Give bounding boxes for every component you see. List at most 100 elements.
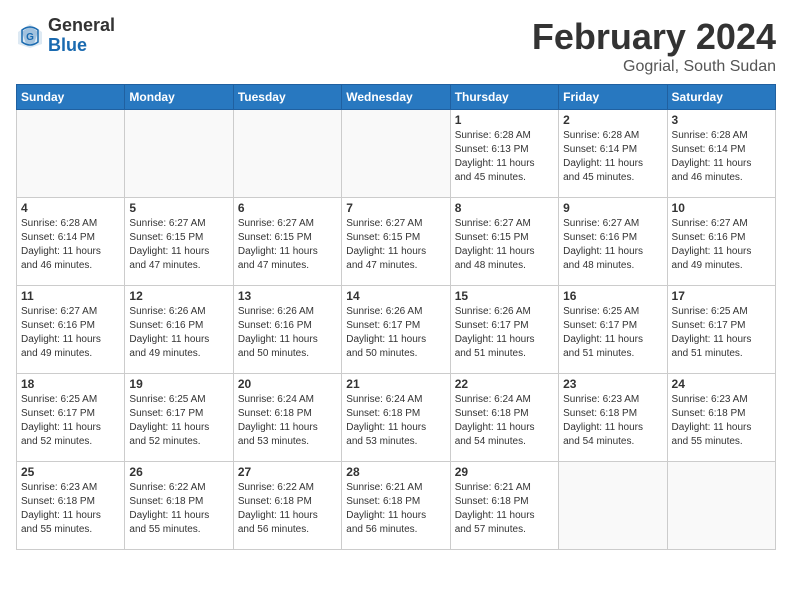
calendar-cell: 11 Sunrise: 6:27 AM Sunset: 6:16 PM Dayli… bbox=[17, 286, 125, 374]
day-number: 1 bbox=[455, 113, 554, 127]
calendar-week-row: 1 Sunrise: 6:28 AM Sunset: 6:13 PM Daylig… bbox=[17, 110, 776, 198]
calendar-cell: 29 Sunrise: 6:21 AM Sunset: 6:18 PM Dayli… bbox=[450, 462, 558, 550]
calendar-week-row: 11 Sunrise: 6:27 AM Sunset: 6:16 PM Dayli… bbox=[17, 286, 776, 374]
day-number: 25 bbox=[21, 465, 120, 479]
weekday-header-sunday: Sunday bbox=[17, 85, 125, 110]
calendar-cell: 17Sunrise: 6:25 AM Sunset: 6:17 PM Dayli… bbox=[667, 286, 775, 374]
day-info: Sunrise: 6:23 AM Sunset: 6:18 PM Dayligh… bbox=[21, 481, 120, 537]
location-title: Gogrial, South Sudan bbox=[532, 58, 776, 76]
day-info: Sunrise: 6:21 AM Sunset: 6:18 PM Dayligh… bbox=[455, 481, 554, 537]
day-number: 26 bbox=[129, 465, 228, 479]
day-info: Sunrise: 6:28 AM Sunset: 6:13 PM Dayligh… bbox=[455, 129, 554, 185]
calendar-cell: 4 Sunrise: 6:28 AM Sunset: 6:14 PM Daylig… bbox=[17, 198, 125, 286]
calendar-cell: 1 Sunrise: 6:28 AM Sunset: 6:13 PM Daylig… bbox=[450, 110, 558, 198]
day-info: Sunrise: 6:25 AM Sunset: 6:17 PM Dayligh… bbox=[21, 393, 120, 449]
day-info: Sunrise: 6:28 AM Sunset: 6:14 PM Dayligh… bbox=[563, 129, 662, 185]
calendar-cell: 21 Sunrise: 6:24 AM Sunset: 6:18 PM Dayli… bbox=[342, 374, 450, 462]
header: G General Blue February 2024 Gogrial, So… bbox=[16, 16, 776, 76]
calendar-cell: 10Sunrise: 6:27 AM Sunset: 6:16 PM Dayli… bbox=[667, 198, 775, 286]
day-number: 27 bbox=[238, 465, 337, 479]
day-info: Sunrise: 6:27 AM Sunset: 6:16 PM Dayligh… bbox=[563, 217, 662, 273]
calendar-cell: 22 Sunrise: 6:24 AM Sunset: 6:18 PM Dayli… bbox=[450, 374, 558, 462]
calendar-cell: 3 Sunrise: 6:28 AM Sunset: 6:14 PM Daylig… bbox=[667, 110, 775, 198]
day-number: 20 bbox=[238, 377, 337, 391]
calendar-cell: 28Sunrise: 6:21 AM Sunset: 6:18 PM Dayli… bbox=[342, 462, 450, 550]
day-number: 23 bbox=[563, 377, 662, 391]
day-info: Sunrise: 6:27 AM Sunset: 6:15 PM Dayligh… bbox=[455, 217, 554, 273]
day-info: Sunrise: 6:24 AM Sunset: 6:18 PM Dayligh… bbox=[238, 393, 337, 449]
calendar-cell: 13 Sunrise: 6:26 AM Sunset: 6:16 PM Dayli… bbox=[233, 286, 341, 374]
calendar-cell: 16 Sunrise: 6:25 AM Sunset: 6:17 PM Dayli… bbox=[559, 286, 667, 374]
day-info: Sunrise: 6:24 AM Sunset: 6:18 PM Dayligh… bbox=[346, 393, 445, 449]
calendar-cell: 6 Sunrise: 6:27 AM Sunset: 6:15 PM Daylig… bbox=[233, 198, 341, 286]
svg-text:G: G bbox=[26, 32, 34, 43]
logo-text: General Blue bbox=[48, 16, 115, 56]
calendar-cell bbox=[559, 462, 667, 550]
calendar-cell: 7 Sunrise: 6:27 AM Sunset: 6:15 PM Daylig… bbox=[342, 198, 450, 286]
calendar-cell: 27 Sunrise: 6:22 AM Sunset: 6:18 PM Dayli… bbox=[233, 462, 341, 550]
calendar-cell bbox=[233, 110, 341, 198]
calendar-cell: 24 Sunrise: 6:23 AM Sunset: 6:18 PM Dayli… bbox=[667, 374, 775, 462]
day-number: 22 bbox=[455, 377, 554, 391]
weekday-header-monday: Monday bbox=[125, 85, 233, 110]
day-number: 8 bbox=[455, 201, 554, 215]
logo: G General Blue bbox=[16, 16, 115, 56]
day-number: 17 bbox=[672, 289, 771, 303]
day-info: Sunrise: 6:26 AM Sunset: 6:16 PM Dayligh… bbox=[129, 305, 228, 361]
day-info: Sunrise: 6:23 AM Sunset: 6:18 PM Dayligh… bbox=[672, 393, 771, 449]
day-number: 15 bbox=[455, 289, 554, 303]
weekday-header-tuesday: Tuesday bbox=[233, 85, 341, 110]
day-number: 29 bbox=[455, 465, 554, 479]
calendar-cell: 19 Sunrise: 6:25 AM Sunset: 6:17 PM Dayli… bbox=[125, 374, 233, 462]
calendar-cell: 18 Sunrise: 6:25 AM Sunset: 6:17 PM Dayli… bbox=[17, 374, 125, 462]
day-number: 3 bbox=[672, 113, 771, 127]
calendar-cell: 15 Sunrise: 6:26 AM Sunset: 6:17 PM Dayli… bbox=[450, 286, 558, 374]
month-title: February 2024 bbox=[532, 16, 776, 58]
logo-icon: G bbox=[16, 22, 44, 50]
day-number: 28 bbox=[346, 465, 445, 479]
day-number: 7 bbox=[346, 201, 445, 215]
day-info: Sunrise: 6:27 AM Sunset: 6:15 PM Dayligh… bbox=[346, 217, 445, 273]
day-number: 18 bbox=[21, 377, 120, 391]
day-info: Sunrise: 6:23 AM Sunset: 6:18 PM Dayligh… bbox=[563, 393, 662, 449]
calendar-week-row: 18 Sunrise: 6:25 AM Sunset: 6:17 PM Dayli… bbox=[17, 374, 776, 462]
day-info: Sunrise: 6:25 AM Sunset: 6:17 PM Dayligh… bbox=[563, 305, 662, 361]
day-info: Sunrise: 6:26 AM Sunset: 6:17 PM Dayligh… bbox=[346, 305, 445, 361]
day-number: 12 bbox=[129, 289, 228, 303]
day-number: 4 bbox=[21, 201, 120, 215]
calendar-cell bbox=[342, 110, 450, 198]
day-info: Sunrise: 6:24 AM Sunset: 6:18 PM Dayligh… bbox=[455, 393, 554, 449]
day-number: 16 bbox=[563, 289, 662, 303]
day-number: 13 bbox=[238, 289, 337, 303]
weekday-header-row: SundayMondayTuesdayWednesdayThursdayFrid… bbox=[17, 85, 776, 110]
day-info: Sunrise: 6:26 AM Sunset: 6:16 PM Dayligh… bbox=[238, 305, 337, 361]
calendar-cell: 8 Sunrise: 6:27 AM Sunset: 6:15 PM Daylig… bbox=[450, 198, 558, 286]
day-info: Sunrise: 6:22 AM Sunset: 6:18 PM Dayligh… bbox=[129, 481, 228, 537]
day-info: Sunrise: 6:27 AM Sunset: 6:16 PM Dayligh… bbox=[21, 305, 120, 361]
day-number: 6 bbox=[238, 201, 337, 215]
day-number: 21 bbox=[346, 377, 445, 391]
weekday-header-wednesday: Wednesday bbox=[342, 85, 450, 110]
day-info: Sunrise: 6:26 AM Sunset: 6:17 PM Dayligh… bbox=[455, 305, 554, 361]
day-number: 24 bbox=[672, 377, 771, 391]
day-number: 19 bbox=[129, 377, 228, 391]
day-info: Sunrise: 6:28 AM Sunset: 6:14 PM Dayligh… bbox=[21, 217, 120, 273]
day-info: Sunrise: 6:27 AM Sunset: 6:15 PM Dayligh… bbox=[238, 217, 337, 273]
day-info: Sunrise: 6:22 AM Sunset: 6:18 PM Dayligh… bbox=[238, 481, 337, 537]
day-number: 11 bbox=[21, 289, 120, 303]
calendar-cell: 14Sunrise: 6:26 AM Sunset: 6:17 PM Dayli… bbox=[342, 286, 450, 374]
calendar-cell: 23 Sunrise: 6:23 AM Sunset: 6:18 PM Dayli… bbox=[559, 374, 667, 462]
calendar-table: SundayMondayTuesdayWednesdayThursdayFrid… bbox=[16, 84, 776, 550]
day-number: 5 bbox=[129, 201, 228, 215]
weekday-header-saturday: Saturday bbox=[667, 85, 775, 110]
day-number: 9 bbox=[563, 201, 662, 215]
day-info: Sunrise: 6:28 AM Sunset: 6:14 PM Dayligh… bbox=[672, 129, 771, 185]
day-info: Sunrise: 6:27 AM Sunset: 6:15 PM Dayligh… bbox=[129, 217, 228, 273]
calendar-cell: 9 Sunrise: 6:27 AM Sunset: 6:16 PM Daylig… bbox=[559, 198, 667, 286]
calendar-cell: 25 Sunrise: 6:23 AM Sunset: 6:18 PM Dayli… bbox=[17, 462, 125, 550]
day-number: 2 bbox=[563, 113, 662, 127]
title-area: February 2024 Gogrial, South Sudan bbox=[532, 16, 776, 76]
weekday-header-friday: Friday bbox=[559, 85, 667, 110]
day-info: Sunrise: 6:27 AM Sunset: 6:16 PM Dayligh… bbox=[672, 217, 771, 273]
day-info: Sunrise: 6:25 AM Sunset: 6:17 PM Dayligh… bbox=[129, 393, 228, 449]
